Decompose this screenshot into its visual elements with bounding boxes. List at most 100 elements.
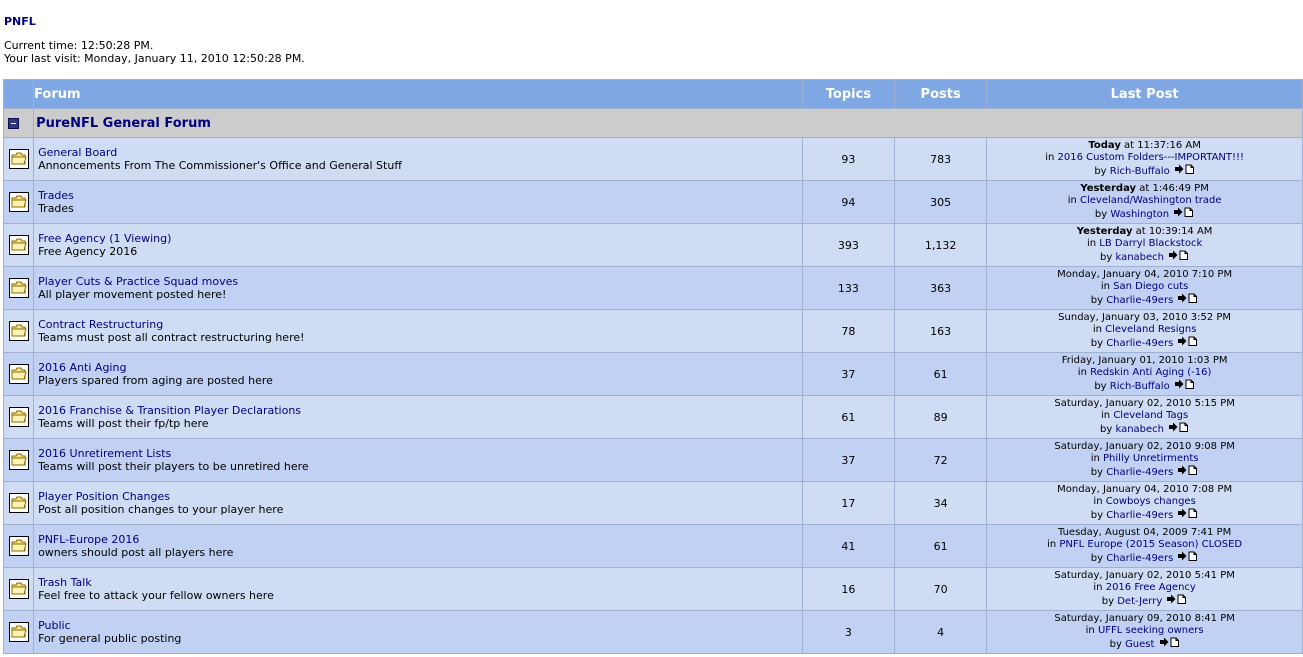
- forum-description: Teams must post all contract restructuri…: [38, 331, 305, 344]
- last-post-author-link[interactable]: Rich-Buffalo: [1110, 166, 1170, 177]
- go-to-last-post-icon[interactable]: [1169, 250, 1189, 264]
- category-toggle-cell[interactable]: [4, 109, 34, 137]
- last-post-topic-link[interactable]: Redskin Anti Aging (-16): [1090, 367, 1211, 378]
- last-post-topic-link[interactable]: LB Darryl Blackstock: [1099, 238, 1202, 249]
- go-to-last-post-icon[interactable]: [1174, 164, 1195, 178]
- last-post-time: Monday, January 04, 2010 7:08 PM: [1057, 484, 1233, 495]
- last-post-author-link[interactable]: Charlie-49ers: [1106, 510, 1173, 521]
- posts-count: 1,132: [895, 224, 987, 266]
- last-post-cell: Yesterday at 10:39:14 AM in LB Darryl Bl…: [987, 224, 1302, 266]
- last-post-topic-link[interactable]: PNFL Europe (2015 Season) CLOSED: [1059, 539, 1242, 550]
- last-post-cell: Monday, January 04, 2010 7:10 PM in San …: [987, 267, 1302, 309]
- table-row: Free Agency (1 Viewing) Free Agency 2016…: [4, 224, 1302, 266]
- go-to-last-post-icon[interactable]: [1159, 637, 1180, 651]
- last-post-topic-link[interactable]: Philly Unretirments: [1103, 453, 1199, 464]
- table-row: Public For general public posting 3 4 Sa…: [4, 611, 1302, 653]
- topics-count: 93: [802, 138, 895, 180]
- by-prefix: by: [1100, 424, 1116, 435]
- forum-description: Teams will post their players to be unre…: [38, 460, 309, 473]
- last-post-topic-link[interactable]: Cowboys changes: [1106, 496, 1196, 507]
- go-to-last-post-icon[interactable]: [1178, 508, 1198, 522]
- forum-link[interactable]: Public: [38, 619, 71, 632]
- last-post-author-link[interactable]: kanabech: [1115, 252, 1164, 263]
- forum-table: Forum Topics Posts Last Post PureNFL Gen…: [3, 79, 1303, 654]
- forum-link[interactable]: 2016 Unretirement Lists: [38, 447, 171, 460]
- forum-description: Annoncements From The Commissioner's Off…: [38, 159, 402, 172]
- last-post-cell: Monday, January 04, 2010 7:08 PM in Cowb…: [987, 482, 1302, 524]
- forum-rows: General Board Annoncements From The Comm…: [4, 138, 1302, 653]
- by-prefix: by: [1094, 381, 1110, 392]
- posts-count: 363: [895, 267, 987, 309]
- in-prefix: in: [1093, 582, 1106, 593]
- last-post-topic-link[interactable]: Cleveland/Washington trade: [1080, 195, 1222, 206]
- posts-count: 163: [895, 310, 987, 352]
- in-prefix: in: [1090, 453, 1104, 464]
- in-prefix: in: [1100, 281, 1114, 292]
- table-row: 2016 Unretirement Lists Teams will post …: [4, 439, 1302, 481]
- last-post-author-link[interactable]: Det-Jerry: [1117, 596, 1162, 607]
- last-post-topic-link[interactable]: Cleveland Tags: [1113, 410, 1188, 421]
- forum-icon-cell: [4, 611, 34, 653]
- topics-count: 37: [802, 353, 895, 395]
- topics-count: 17: [802, 482, 895, 524]
- forum-description: Free Agency 2016: [38, 245, 138, 258]
- last-post-author-link[interactable]: Charlie-49ers: [1106, 338, 1173, 349]
- last-post-author-link[interactable]: Washington: [1110, 209, 1169, 220]
- last-post-day: Today: [1088, 140, 1121, 151]
- forum-link[interactable]: Contract Restructuring: [38, 318, 163, 331]
- go-to-last-post-icon[interactable]: [1167, 594, 1187, 608]
- last-post-author-link[interactable]: Charlie-49ers: [1106, 467, 1173, 478]
- forum-link[interactable]: 2016 Franchise & Transition Player Decla…: [38, 404, 301, 417]
- go-to-last-post-icon[interactable]: [1169, 422, 1189, 436]
- go-to-last-post-icon[interactable]: [1174, 207, 1194, 221]
- last-post-cell: Saturday, January 02, 2010 5:41 PM in 20…: [987, 568, 1302, 610]
- last-post-topic-link[interactable]: 2016 Custom Folders---IMPORTANT!!!: [1057, 152, 1244, 163]
- last-post-time: Saturday, January 02, 2010 5:41 PM: [1054, 570, 1235, 581]
- forum-link[interactable]: Trades: [38, 189, 74, 202]
- viewing-count: (1 Viewing): [109, 232, 172, 245]
- last-post-author-link[interactable]: kanabech: [1115, 424, 1164, 435]
- last-post-author-link[interactable]: Charlie-49ers: [1106, 553, 1173, 564]
- last-post-time: at 10:39:14 AM: [1132, 226, 1213, 237]
- go-to-last-post-icon[interactable]: [1174, 379, 1195, 393]
- forum-link[interactable]: Trash Talk: [38, 576, 92, 589]
- forum-link[interactable]: Player Position Changes: [38, 490, 170, 503]
- go-to-last-post-icon[interactable]: [1178, 551, 1198, 565]
- last-post-topic-link[interactable]: UFFL seeking owners: [1098, 625, 1204, 636]
- by-prefix: by: [1101, 596, 1118, 607]
- topics-count: 3: [802, 611, 895, 653]
- folder-icon: [8, 278, 29, 298]
- last-post-topic-link[interactable]: 2016 Free Agency: [1106, 582, 1196, 593]
- forum-link[interactable]: 2016 Anti Aging: [38, 361, 126, 374]
- collapse-minus-icon[interactable]: [8, 118, 19, 129]
- site-title[interactable]: PNFL: [4, 15, 36, 28]
- forum-cell: Contract Restructuring Teams must post a…: [34, 310, 802, 352]
- forum-link[interactable]: Free Agency: [38, 232, 106, 245]
- category-title[interactable]: PureNFL General Forum: [34, 116, 211, 131]
- by-prefix: by: [1090, 467, 1107, 478]
- folder-icon: [8, 321, 29, 341]
- last-post-author-link[interactable]: Charlie-49ers: [1106, 295, 1173, 306]
- category-title-cell: PureNFL General Forum: [34, 109, 1302, 137]
- forum-link[interactable]: PNFL-Europe 2016: [38, 533, 139, 546]
- go-to-last-post-icon[interactable]: [1178, 465, 1198, 479]
- forum-link[interactable]: Player Cuts & Practice Squad moves: [38, 275, 238, 288]
- last-post-topic-link[interactable]: Cleveland Resigns: [1105, 324, 1196, 335]
- by-prefix: by: [1090, 338, 1107, 349]
- by-prefix: by: [1090, 295, 1107, 306]
- topics-count: 78: [802, 310, 895, 352]
- go-to-last-post-icon[interactable]: [1178, 336, 1198, 350]
- folder-icon: [8, 493, 29, 513]
- last-post-time: Saturday, January 09, 2010 8:41 PM: [1054, 613, 1235, 624]
- folder-icon: [8, 192, 29, 212]
- last-post-author-link[interactable]: Rich-Buffalo: [1110, 381, 1170, 392]
- forum-icon-cell: [4, 396, 34, 438]
- forum-link[interactable]: General Board: [38, 146, 117, 159]
- last-post-author-link[interactable]: Guest: [1125, 639, 1154, 650]
- in-prefix: in: [1101, 410, 1114, 421]
- session-info: Current time: 12:50:28 PM. Your last vis…: [4, 39, 305, 65]
- folder-icon: [8, 149, 29, 169]
- last-post-topic-link[interactable]: San Diego cuts: [1113, 281, 1188, 292]
- go-to-last-post-icon[interactable]: [1178, 293, 1198, 307]
- last-post-day: Yesterday: [1080, 183, 1137, 194]
